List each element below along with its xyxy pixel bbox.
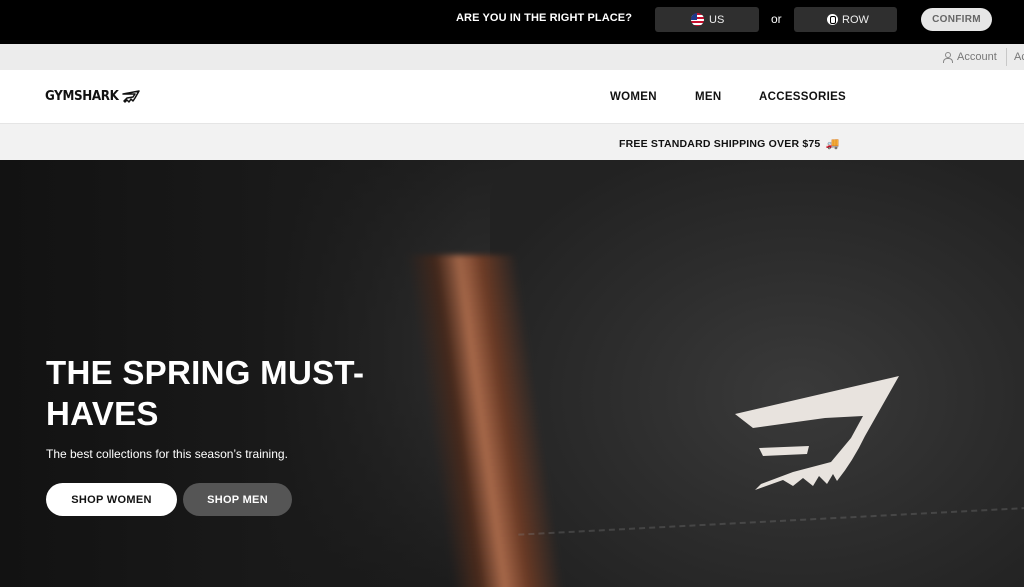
region-row-label: ROW xyxy=(842,13,869,26)
hero-heading: THE SPRING MUST-HAVES xyxy=(46,354,365,432)
shop-men-button[interactable]: SHOP MEN xyxy=(183,483,292,516)
nav-women[interactable]: WOMEN xyxy=(610,91,657,103)
region-us-button[interactable]: US xyxy=(655,7,759,32)
main-navigation: GYMSHARK WOMEN MEN ACCESSORIES xyxy=(0,70,1024,124)
region-selector-bar: ARE YOU IN THE RIGHT PLACE? US or ROW CO… xyxy=(0,0,1024,44)
promo-text: FREE STANDARD SHIPPING OVER $75 xyxy=(619,137,821,150)
region-or-text: or xyxy=(771,12,782,26)
logo-text: GYMSHARK xyxy=(45,89,119,104)
confirm-region-button[interactable]: CONFIRM xyxy=(921,8,992,31)
promo-bar: FREE STANDARD SHIPPING OVER $75 🚚 xyxy=(0,124,1024,160)
region-row-button[interactable]: ROW xyxy=(794,7,897,32)
promo-link[interactable]: FREE STANDARD SHIPPING OVER $75 🚚 xyxy=(619,137,840,151)
shark-logo-icon xyxy=(735,376,899,490)
account-label: Account xyxy=(957,51,997,63)
region-question: ARE YOU IN THE RIGHT PLACE? xyxy=(456,12,633,24)
shark-logo-icon xyxy=(122,89,140,103)
nav-men[interactable]: MEN xyxy=(695,91,721,103)
us-flag-icon xyxy=(691,13,704,26)
utility-divider xyxy=(1006,48,1007,66)
gymshark-logo[interactable]: GYMSHARK xyxy=(45,89,140,104)
hero-banner: THE SPRING MUST-HAVES The best collectio… xyxy=(0,160,1024,587)
utility-bar: Account Ac xyxy=(0,44,1024,70)
nav-accessories[interactable]: ACCESSORIES xyxy=(759,91,846,103)
region-us-label: US xyxy=(709,13,725,26)
account-link[interactable]: Account xyxy=(943,51,997,63)
shop-women-button[interactable]: SHOP WOMEN xyxy=(46,483,177,516)
utility-link-truncated[interactable]: Ac xyxy=(1014,51,1024,63)
account-icon xyxy=(943,52,953,63)
truck-icon: 🚚 xyxy=(825,138,840,150)
globe-icon xyxy=(827,14,838,25)
hero-subtext: The best collections for this season’s t… xyxy=(46,447,288,461)
